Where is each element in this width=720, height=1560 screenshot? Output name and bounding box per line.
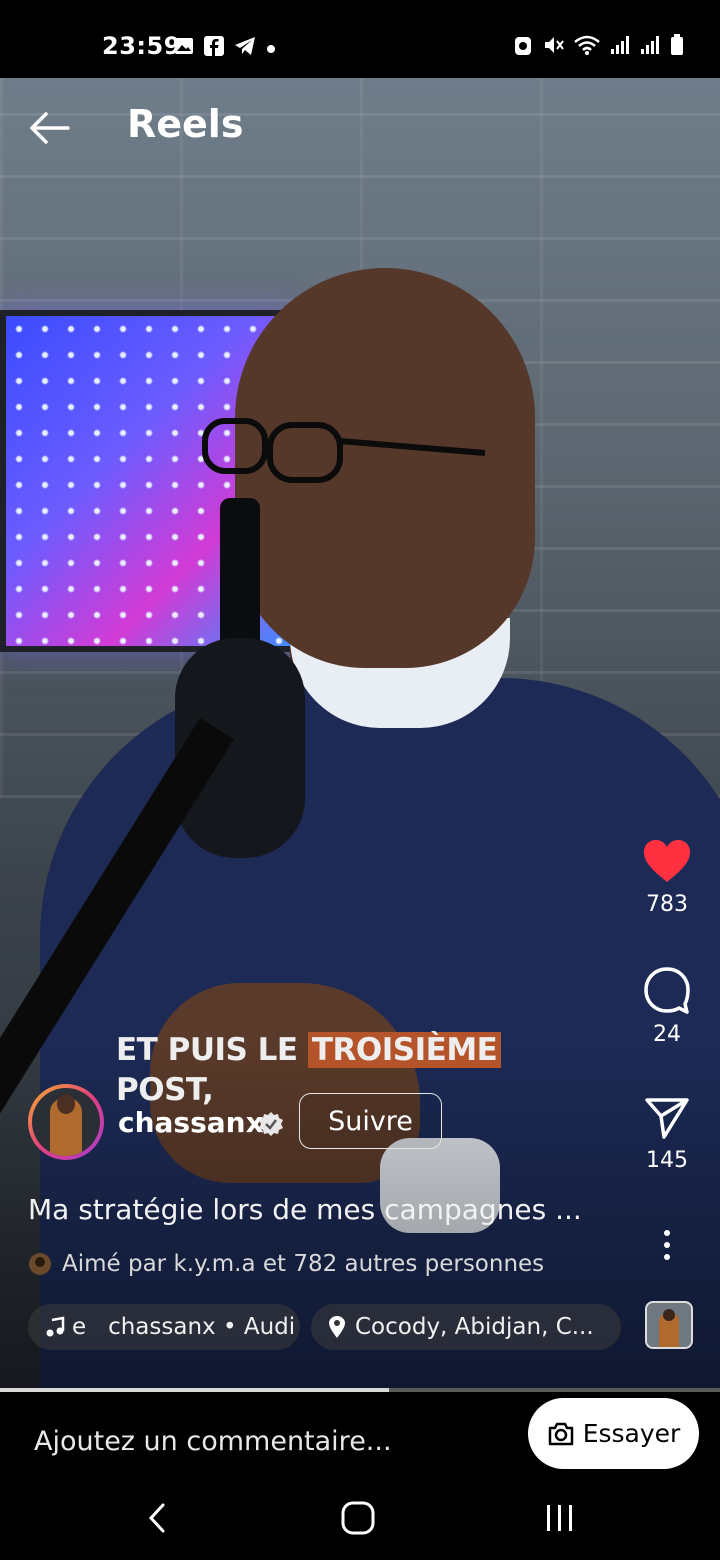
like-button[interactable]: 783 xyxy=(627,838,707,917)
caption-highlight: TROISIÈME xyxy=(307,1032,502,1068)
more-vertical-icon xyxy=(664,1230,670,1260)
share-button[interactable]: 145 xyxy=(627,1096,707,1173)
music-note-icon xyxy=(46,1316,65,1337)
status-left-icons xyxy=(174,36,276,60)
like-count: 783 xyxy=(646,892,688,917)
dot-icon xyxy=(266,39,276,58)
back-nav-icon xyxy=(148,1503,165,1533)
audio-pill[interactable]: e chassanx • Audi xyxy=(28,1304,300,1350)
home-nav-icon xyxy=(341,1501,375,1535)
comment-input[interactable]: Ajoutez un commentaire... xyxy=(34,1426,392,1457)
wifi-icon xyxy=(574,34,600,60)
location-pill[interactable]: Cocody, Abidjan, C... xyxy=(311,1304,621,1350)
location-pin-icon xyxy=(329,1316,345,1338)
audio-thumbnail[interactable] xyxy=(645,1301,693,1349)
send-icon xyxy=(645,1098,689,1139)
camera-icon xyxy=(548,1422,573,1445)
gallery-icon xyxy=(174,37,194,59)
avatar[interactable] xyxy=(28,1084,104,1160)
thumb-head xyxy=(663,1309,675,1321)
glasses xyxy=(202,418,486,483)
caption-text: ET PUIS LE xyxy=(116,1032,308,1068)
mic-stand xyxy=(220,498,260,658)
avatar-photo xyxy=(32,1088,100,1156)
audio-label: e chassanx • Audi xyxy=(72,1314,296,1340)
location-label: Cocody, Abidjan, C... xyxy=(355,1314,594,1340)
signal-icon-2 xyxy=(640,35,660,59)
comment-count: 24 xyxy=(653,1022,681,1047)
page-title: Reels xyxy=(127,102,244,146)
video-caption-line2: POST, xyxy=(116,1072,214,1108)
try-camera-button[interactable]: Essayer xyxy=(528,1398,699,1469)
status-right-icons xyxy=(514,34,684,60)
back-arrow-icon xyxy=(30,112,70,144)
avatar-head xyxy=(57,1094,75,1114)
back-button[interactable] xyxy=(28,108,72,148)
heart-icon xyxy=(644,840,690,882)
liked-by-text[interactable]: Aimé par k.y.m.a et 782 autres personnes xyxy=(62,1251,544,1277)
telegram-icon xyxy=(234,36,256,60)
recents-nav-icon xyxy=(547,1505,572,1531)
follow-button[interactable]: Suivre xyxy=(299,1093,442,1149)
comment-button[interactable]: 24 xyxy=(627,966,707,1047)
more-options-button[interactable] xyxy=(659,1228,675,1266)
status-time: 23:59 xyxy=(102,32,181,60)
share-count: 145 xyxy=(646,1148,688,1173)
reel-description[interactable]: Ma stratégie lors de mes campagnes ... xyxy=(28,1193,582,1226)
mute-icon xyxy=(542,34,564,60)
liker-avatar-icon xyxy=(29,1253,51,1275)
nav-home-button[interactable] xyxy=(340,1500,376,1540)
battery-icon xyxy=(670,34,684,60)
alarm-icon xyxy=(514,34,532,60)
try-label: Essayer xyxy=(582,1419,681,1448)
signal-icon xyxy=(610,35,630,59)
username[interactable]: chassanx xyxy=(118,1106,264,1139)
nav-recents-button[interactable] xyxy=(544,1503,576,1537)
facebook-icon xyxy=(204,36,224,60)
verified-badge-icon xyxy=(259,1112,283,1136)
nav-back-button[interactable] xyxy=(145,1502,169,1538)
comment-icon xyxy=(644,967,690,1014)
video-caption-line1: ET PUIS LE TROISIÈME xyxy=(116,1032,502,1068)
